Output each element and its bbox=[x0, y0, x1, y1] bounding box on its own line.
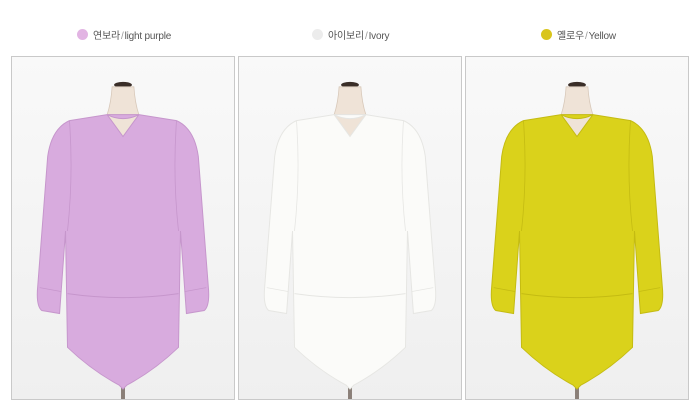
color-swatch-row: 연보라/light purple 아이보리/Ivory 옐로우/Yellow bbox=[0, 0, 700, 56]
separator: / bbox=[121, 30, 124, 42]
ivory-swatch-icon bbox=[312, 28, 323, 40]
light-purple-swatch-icon bbox=[77, 28, 88, 40]
color-name-english: Ivory bbox=[368, 30, 390, 42]
color-name-english: light purple bbox=[124, 30, 172, 42]
product-color-options: 연보라/light purple 아이보리/Ivory 옐로우/Yellow bbox=[0, 0, 700, 415]
separator: / bbox=[585, 30, 588, 42]
yellow-swatch-icon bbox=[541, 28, 552, 40]
color-name-korean: 연보라 bbox=[93, 30, 120, 42]
product-photo-ivory[interactable] bbox=[238, 56, 462, 400]
color-name-korean: 옐로우 bbox=[557, 30, 584, 42]
color-name-korean: 아이보리 bbox=[328, 30, 364, 42]
separator: / bbox=[365, 30, 368, 42]
color-option-light-purple[interactable]: 연보라/light purple bbox=[77, 26, 171, 42]
color-option-ivory[interactable]: 아이보리/Ivory bbox=[312, 26, 389, 42]
product-photo-yellow[interactable] bbox=[465, 56, 689, 400]
mannequin-top-image bbox=[466, 57, 688, 399]
color-option-yellow[interactable]: 옐로우/Yellow bbox=[541, 26, 616, 42]
color-name-english: Yellow bbox=[588, 30, 617, 42]
product-photo-light-purple[interactable] bbox=[11, 56, 235, 400]
mannequin-top-image bbox=[239, 57, 461, 399]
mannequin-top-image bbox=[12, 57, 234, 399]
